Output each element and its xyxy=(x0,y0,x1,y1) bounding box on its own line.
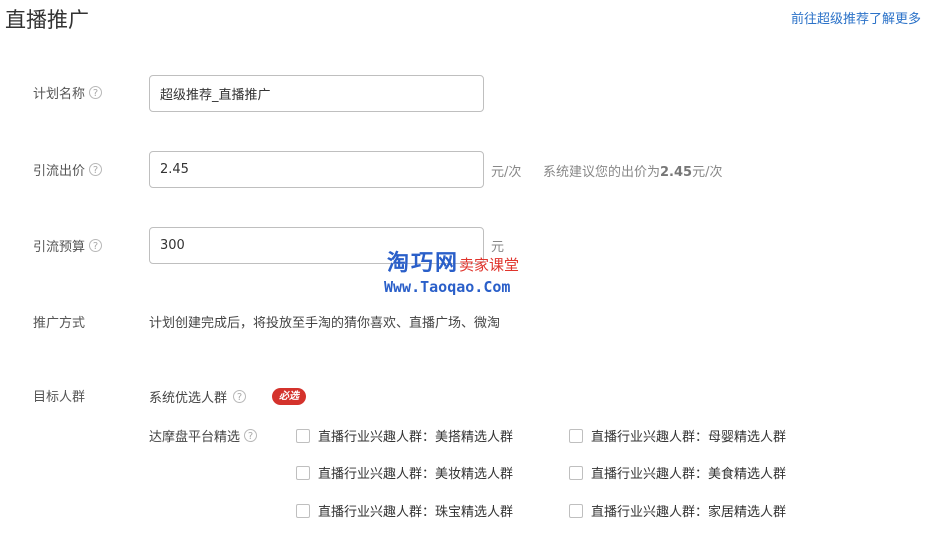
plan-name-label: 计划名称 ? xyxy=(33,83,103,102)
help-icon[interactable]: ? xyxy=(233,390,247,403)
damopan-label: 达摩盘平台精选 xyxy=(149,430,241,445)
damopan-row: 达摩盘平台精选 ? xyxy=(149,426,258,445)
checkbox-icon[interactable] xyxy=(296,465,310,480)
audience-option-label: 直播行业兴趣人群：美妆精选人群 xyxy=(318,467,514,482)
budget-label: 引流预算 ? xyxy=(33,236,103,255)
plan-name-label-text: 计划名称 xyxy=(33,87,86,102)
target-audience-label: 目标人群 xyxy=(33,386,85,405)
audience-option-label: 直播行业兴趣人群：母婴精选人群 xyxy=(591,430,787,445)
system-pick-row: 系统优选人群 ? 必选 xyxy=(149,387,307,406)
checkbox-icon[interactable] xyxy=(569,465,583,480)
target-audience-label-text: 目标人群 xyxy=(33,390,86,405)
watermark-url: Www.Taoqao.Com xyxy=(384,278,511,296)
bid-suggestion: 系统建议您的出价为2.45元/次 xyxy=(543,161,722,180)
learn-more-link[interactable]: 前往超级推荐了解更多 xyxy=(791,8,921,27)
watermark-logo: 淘巧网卖家课堂 xyxy=(387,245,519,277)
help-icon[interactable]: ? xyxy=(244,429,258,442)
help-icon[interactable]: ? xyxy=(89,86,103,99)
watermark-title: 淘巧网 xyxy=(387,251,460,276)
help-icon[interactable]: ? xyxy=(89,239,103,252)
checkbox-icon[interactable] xyxy=(569,428,583,443)
checkbox-icon[interactable] xyxy=(296,428,310,443)
audience-option-checkbox[interactable]: 直播行业兴趣人群：珠宝精选人群 xyxy=(296,501,513,520)
page-title: 直播推广 xyxy=(5,8,89,32)
promo-method-text: 计划创建完成后，将投放至手淘的猜你喜欢、直播广场、微淘 xyxy=(149,316,501,331)
bid-suggestion-unit: 元/次 xyxy=(692,165,723,180)
help-icon[interactable]: ? xyxy=(89,163,103,176)
audience-option-checkbox[interactable]: 直播行业兴趣人群：美食精选人群 xyxy=(569,463,786,482)
checkbox-icon[interactable] xyxy=(296,503,310,518)
checkbox-icon[interactable] xyxy=(569,503,583,518)
audience-option-checkbox[interactable]: 直播行业兴趣人群：美妆精选人群 xyxy=(296,463,513,482)
plan-name-input[interactable] xyxy=(149,75,484,112)
bid-label-text: 引流出价 xyxy=(33,164,86,179)
audience-option-label: 直播行业兴趣人群：家居精选人群 xyxy=(591,505,787,520)
audience-option-checkbox[interactable]: 直播行业兴趣人群：家居精选人群 xyxy=(569,501,786,520)
bid-unit: 元/次 xyxy=(491,165,522,180)
bid-suggestion-prefix: 系统建议您的出价为 xyxy=(543,165,661,180)
watermark-suffix: 卖家课堂 xyxy=(459,256,520,274)
budget-label-text: 引流预算 xyxy=(33,240,86,255)
bid-suggestion-value: 2.45 xyxy=(660,165,693,180)
audience-option-checkbox[interactable]: 直播行业兴趣人群：母婴精选人群 xyxy=(569,426,786,445)
audience-option-checkbox[interactable]: 直播行业兴趣人群：美搭精选人群 xyxy=(296,426,513,445)
audience-option-label: 直播行业兴趣人群：珠宝精选人群 xyxy=(318,505,514,520)
promo-method-label-text: 推广方式 xyxy=(33,316,86,331)
system-pick-label: 系统优选人群 xyxy=(149,391,228,406)
bid-input[interactable] xyxy=(149,151,484,188)
audience-option-label: 直播行业兴趣人群：美搭精选人群 xyxy=(318,430,514,445)
audience-option-label: 直播行业兴趣人群：美食精选人群 xyxy=(591,467,787,482)
required-badge: 必选 xyxy=(272,388,307,405)
promo-method-label: 推广方式 xyxy=(33,312,85,331)
bid-label: 引流出价 ? xyxy=(33,160,103,179)
